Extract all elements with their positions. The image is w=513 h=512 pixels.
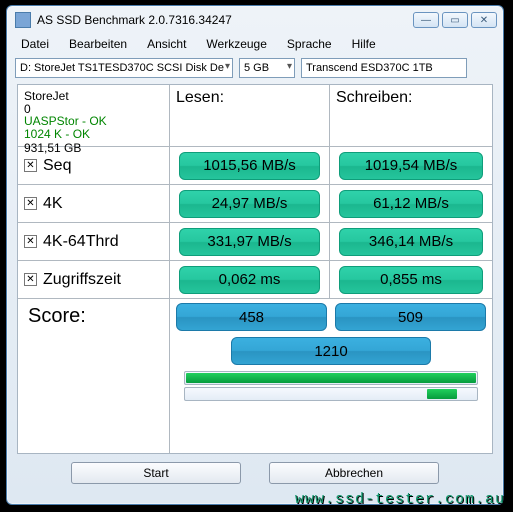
progress-area: [176, 365, 486, 405]
progress-bar-2: [184, 387, 478, 401]
checkbox-seq[interactable]: ✕: [24, 159, 37, 172]
drive-select[interactable]: D: StoreJet TS1TESD370C SCSI Disk De: [15, 58, 233, 78]
label-4k: ✕ 4K: [18, 185, 170, 222]
progress-bar-1: [184, 371, 478, 385]
app-window: AS SSD Benchmark 2.0.7316.34247 ― ▭ ✕ Da…: [6, 5, 504, 505]
4k64-write-value: 346,14 MB/s: [339, 228, 483, 256]
device-name-input[interactable]: Transcend ESD370C 1TB: [301, 58, 467, 78]
maximize-button[interactable]: ▭: [442, 12, 468, 28]
label-seq: ✕ Seq: [18, 147, 170, 184]
4k-write-value: 61,12 MB/s: [339, 190, 483, 218]
drive-info-cell: StoreJet 0 UASPStor - OK 1024 K - OK 931…: [18, 85, 170, 146]
seq-write-value: 1019,54 MB/s: [339, 152, 483, 180]
row-score: Score: 458 509 1210: [18, 299, 492, 453]
menu-hilfe[interactable]: Hilfe: [344, 35, 384, 53]
titlebar: AS SSD Benchmark 2.0.7316.34247 ― ▭ ✕: [7, 6, 503, 34]
row-4k: ✕ 4K 24,97 MB/s 61,12 MB/s: [18, 185, 492, 223]
size-select[interactable]: 5 GB: [239, 58, 295, 78]
4k64-read-value: 331,97 MB/s: [179, 228, 320, 256]
app-icon: [15, 12, 31, 28]
menu-werkzeuge[interactable]: Werkzeuge: [198, 35, 274, 53]
toolbar: D: StoreJet TS1TESD370C SCSI Disk De 5 G…: [7, 54, 503, 84]
label-4k64-text: 4K-64Thrd: [43, 233, 119, 251]
menubar: Datei Bearbeiten Ansicht Werkzeuge Sprac…: [7, 34, 503, 54]
label-4k-text: 4K: [43, 195, 63, 213]
seq-read-value: 1015,56 MB/s: [179, 152, 320, 180]
score-cell: 458 509 1210: [170, 299, 492, 453]
window-buttons: ― ▭ ✕: [413, 12, 497, 28]
label-access: ✕ Zugriffszeit: [18, 261, 170, 298]
row-4k64: ✕ 4K-64Thrd 331,97 MB/s 346,14 MB/s: [18, 223, 492, 261]
menu-bearbeiten[interactable]: Bearbeiten: [61, 35, 135, 53]
row-seq: ✕ Seq 1015,56 MB/s 1019,54 MB/s: [18, 147, 492, 185]
header-row: StoreJet 0 UASPStor - OK 1024 K - OK 931…: [18, 85, 492, 147]
label-seq-text: Seq: [43, 157, 71, 175]
drive-info-align: 1024 K - OK: [24, 128, 90, 141]
access-write-value: 0,855 ms: [339, 266, 483, 294]
minimize-button[interactable]: ―: [413, 12, 439, 28]
label-access-text: Zugriffszeit: [43, 271, 121, 289]
close-button[interactable]: ✕: [471, 12, 497, 28]
read-header: Lesen:: [170, 85, 330, 146]
watermark: www.ssd-tester.com.au: [295, 491, 505, 508]
access-read-value: 0,062 ms: [179, 266, 320, 294]
score-label: Score:: [18, 299, 170, 453]
start-button[interactable]: Start: [71, 462, 241, 484]
menu-datei[interactable]: Datei: [13, 35, 57, 53]
score-read-value: 458: [176, 303, 327, 331]
checkbox-4k64[interactable]: ✕: [24, 235, 37, 248]
label-4k64: ✕ 4K-64Thrd: [18, 223, 170, 260]
4k-read-value: 24,97 MB/s: [179, 190, 320, 218]
results-panel: StoreJet 0 UASPStor - OK 1024 K - OK 931…: [17, 84, 493, 454]
score-write-value: 509: [335, 303, 486, 331]
checkbox-access[interactable]: ✕: [24, 273, 37, 286]
checkbox-4k[interactable]: ✕: [24, 197, 37, 210]
score-total-value: 1210: [231, 337, 431, 365]
write-header: Schreiben:: [330, 85, 492, 146]
button-row: Start Abbrechen: [7, 460, 503, 490]
menu-ansicht[interactable]: Ansicht: [139, 35, 194, 53]
drive-info-name: StoreJet: [24, 89, 69, 103]
row-access: ✕ Zugriffszeit 0,062 ms 0,855 ms: [18, 261, 492, 299]
abort-button[interactable]: Abbrechen: [269, 462, 439, 484]
titlebar-text: AS SSD Benchmark 2.0.7316.34247: [37, 13, 407, 27]
menu-sprache[interactable]: Sprache: [279, 35, 340, 53]
